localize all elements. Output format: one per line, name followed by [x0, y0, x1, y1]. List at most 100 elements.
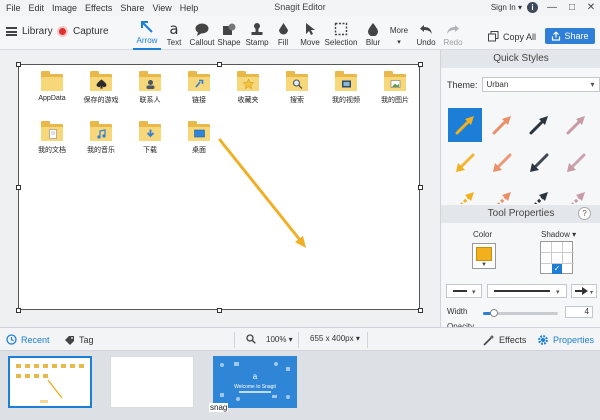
menu-share[interactable]: Share — [120, 3, 144, 13]
width-slider-handle[interactable] — [490, 309, 499, 317]
svg-text:▾: ▾ — [472, 289, 476, 296]
close-button[interactable]: ✕ — [582, 0, 600, 16]
tool-label: Text — [166, 38, 182, 47]
svg-text:▾: ▾ — [556, 289, 560, 296]
arrow-style-icon — [570, 192, 585, 204]
tool-blur[interactable]: Blur — [363, 16, 383, 50]
width-slider[interactable] — [483, 309, 558, 317]
quick-style-arrow[interactable] — [485, 108, 519, 142]
tool-shape[interactable]: Shape — [217, 16, 241, 50]
captured-image[interactable]: AppData 保存的游戏 联系人 链接 收藏夹 搜索 我的视频 我的图片 我的文档 我的音乐 下载… — [18, 64, 420, 310]
zoom-control[interactable]: 100% ▾ — [246, 334, 293, 344]
canvas-area[interactable]: AppData 保存的游戏 联系人 链接 收藏夹 搜索 我的视频 我的图片 我的文档 我的音乐 下载… — [0, 50, 440, 327]
tool-move[interactable]: Move — [298, 16, 322, 50]
blur-tool-icon — [367, 20, 379, 38]
tag-tab[interactable]: Tag — [64, 334, 94, 345]
shadow-label[interactable]: Shadow ▾ — [541, 230, 576, 239]
menu-effects[interactable]: Effects — [85, 3, 112, 13]
shadow-direction-grid[interactable]: ✓ — [540, 241, 574, 274]
hamburger-icon — [6, 27, 17, 36]
image-size-control[interactable]: 655 x 400px ▾ — [310, 334, 360, 343]
quick-style-arrow[interactable] — [448, 184, 482, 204]
divider — [234, 332, 235, 348]
thumbnail-preview — [16, 364, 84, 403]
tool-arrow[interactable]: Arrow — [133, 16, 161, 50]
quick-style-arrow[interactable] — [522, 146, 556, 180]
capture-thumbnail[interactable] — [8, 356, 92, 408]
color-picker[interactable]: ▼ — [472, 243, 496, 269]
properties-button[interactable]: Properties — [537, 334, 594, 346]
resize-handle-se[interactable] — [418, 308, 423, 313]
recent-tab[interactable]: Recent — [6, 334, 50, 345]
welcome-title: Welcome to Snagit — [234, 384, 276, 390]
quick-style-arrow[interactable] — [448, 108, 482, 142]
resize-handle-w[interactable] — [16, 185, 21, 190]
quick-style-arrow[interactable] — [559, 146, 593, 180]
quick-style-arrow[interactable] — [485, 184, 519, 204]
zoom-icon — [246, 334, 256, 344]
menu-help[interactable]: Help — [180, 3, 199, 13]
quick-style-arrow[interactable] — [522, 108, 556, 142]
quick-style-arrow[interactable] — [448, 146, 482, 180]
resize-handle-e[interactable] — [418, 185, 423, 190]
welcome-preview: a Welcome to Snagit — [220, 362, 290, 401]
capture-thumbnail[interactable]: a Welcome to Snagit — [213, 356, 297, 408]
menu-edit[interactable]: Edit — [29, 3, 45, 13]
resize-handle-nw[interactable] — [16, 62, 21, 67]
tool-properties-header: Tool Properties — [441, 205, 600, 223]
quick-style-arrow[interactable] — [559, 108, 593, 142]
line-start-select[interactable]: ▾ — [446, 284, 482, 298]
menu-view[interactable]: View — [152, 3, 171, 13]
tool-stamp[interactable]: Stamp — [244, 16, 270, 50]
theme-select[interactable]: Urban — [481, 77, 600, 92]
info-icon[interactable]: i — [527, 2, 538, 13]
tool-redo[interactable]: Redo — [441, 16, 465, 50]
maximize-button[interactable]: □ — [563, 0, 581, 16]
tool-callout[interactable]: Callout — [188, 16, 216, 50]
copy-all-button[interactable]: Copy All — [488, 31, 536, 42]
width-input[interactable]: 4 — [565, 306, 593, 318]
tool-label: Selection — [324, 38, 358, 47]
resize-handle-s[interactable] — [217, 308, 222, 313]
arrowhead-icon: ▾ — [575, 287, 593, 296]
library-label: Library — [22, 26, 53, 37]
divider — [298, 332, 299, 348]
quick-style-arrow[interactable] — [485, 146, 519, 180]
arrow-style-icon — [492, 116, 511, 135]
shape-tool-icon — [222, 20, 236, 38]
line-style-icon: ▾ — [494, 289, 560, 296]
capture-button[interactable]: Capture — [57, 26, 109, 37]
resize-handle-sw[interactable] — [16, 308, 21, 313]
text-tool-icon: a — [169, 20, 179, 38]
menu-image[interactable]: Image — [52, 3, 77, 13]
capture-thumbnail[interactable] — [110, 356, 194, 408]
arrow-style-icon — [496, 192, 511, 204]
tool-label: Arrow — [136, 36, 158, 45]
effects-button[interactable]: Effects — [483, 334, 526, 346]
help-icon[interactable]: ? — [578, 207, 591, 220]
right-panel: Quick Styles Theme: Urban Tool Propertie… — [440, 50, 600, 331]
quick-style-arrow[interactable] — [522, 184, 556, 204]
sign-in-link[interactable]: Sign In ▾ — [491, 3, 522, 12]
line-end-select[interactable]: ▾ — [571, 284, 597, 298]
minimize-button[interactable]: — — [543, 0, 561, 16]
tool-fill[interactable]: Fill — [274, 16, 292, 50]
line-style-select[interactable]: ▾ — [487, 284, 567, 298]
tool-selection[interactable]: Selection — [324, 16, 358, 50]
menu-file[interactable]: File — [6, 3, 21, 13]
share-icon — [552, 31, 561, 41]
theme-label: Theme: — [447, 79, 478, 90]
check-icon[interactable]: ✓ — [552, 264, 562, 274]
color-swatch — [476, 247, 492, 261]
resize-handle-ne[interactable] — [418, 62, 423, 67]
arrow-style-icon — [529, 116, 548, 135]
resize-handle-n[interactable] — [217, 62, 222, 67]
tool-more[interactable]: More ▾ — [387, 16, 411, 50]
capture-label: Capture — [73, 26, 109, 37]
share-button[interactable]: Share — [545, 28, 595, 44]
quick-style-arrow[interactable] — [559, 184, 593, 204]
tool-undo[interactable]: Undo — [414, 16, 438, 50]
tool-text[interactable]: a Text — [163, 16, 185, 50]
line-end-icon: ▾ — [453, 289, 476, 296]
library-button[interactable]: Library — [6, 26, 53, 37]
